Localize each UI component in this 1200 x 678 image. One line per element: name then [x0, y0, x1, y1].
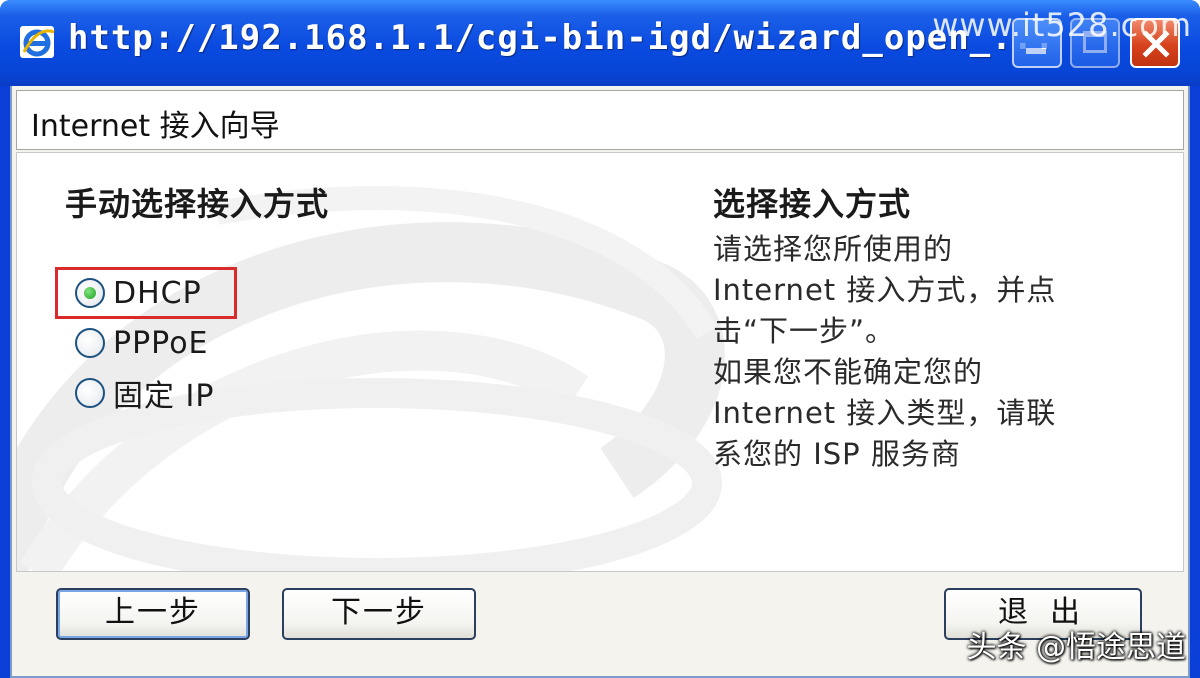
help-line: Internet 接入类型，请联 [713, 396, 1057, 430]
radio-option-pppoe[interactable]: PPPoE [75, 321, 209, 365]
next-button[interactable]: 下一步 [282, 588, 476, 640]
wizard-header: Internet 接入向导 [16, 90, 1184, 150]
dhcp-highlight-box [55, 267, 237, 319]
radio-label-pppoe: PPPoE [113, 325, 209, 361]
help-line: Internet 接入方式，并点 [713, 273, 1057, 307]
help-line: 击“下一步”。 [713, 314, 896, 348]
title-bar[interactable]: http://192.168.1.1/cgi-bin-igd/wizard_op… [0, 0, 1200, 86]
ie-icon [18, 22, 58, 62]
radio-label-static-ip: 固定 IP [113, 379, 215, 414]
radio-button-static-ip[interactable] [75, 378, 105, 408]
previous-button[interactable]: 上一步 [56, 588, 250, 640]
wizard-title: Internet 接入向导 [31, 109, 280, 144]
watermark-bottom: 头条 @悟途思道 [966, 630, 1186, 665]
watermark-top: www.it528.com [932, 6, 1192, 44]
window-title: http://192.168.1.1/cgi-bin-igd/wizard_op… [68, 18, 1056, 58]
wizard-content: 手动选择接入方式 DHCP PPPoE 固定 IP 选择接入方式 请选择您所使用… [16, 152, 1184, 572]
dialog-client-area: Internet 接入向导 手动选择接入方式 DHCP PPPoE 固定 IP [10, 86, 1190, 678]
help-text: 请选择您所使用的 Internet 接入方式，并点 击“下一步”。 如果您不能确… [713, 229, 1133, 475]
radio-button-pppoe[interactable] [75, 328, 105, 358]
radio-option-static-ip[interactable]: 固定 IP [75, 371, 214, 415]
browser-window: http://192.168.1.1/cgi-bin-igd/wizard_op… [0, 0, 1200, 678]
select-method-heading: 选择接入方式 [713, 185, 912, 223]
manual-select-heading: 手动选择接入方式 [65, 185, 330, 223]
help-line: 如果您不能确定您的 [713, 355, 984, 389]
help-line: 请选择您所使用的 [713, 232, 954, 266]
help-line: 系您的 ISP 服务商 [713, 437, 961, 471]
minimize-icon [1026, 48, 1046, 54]
